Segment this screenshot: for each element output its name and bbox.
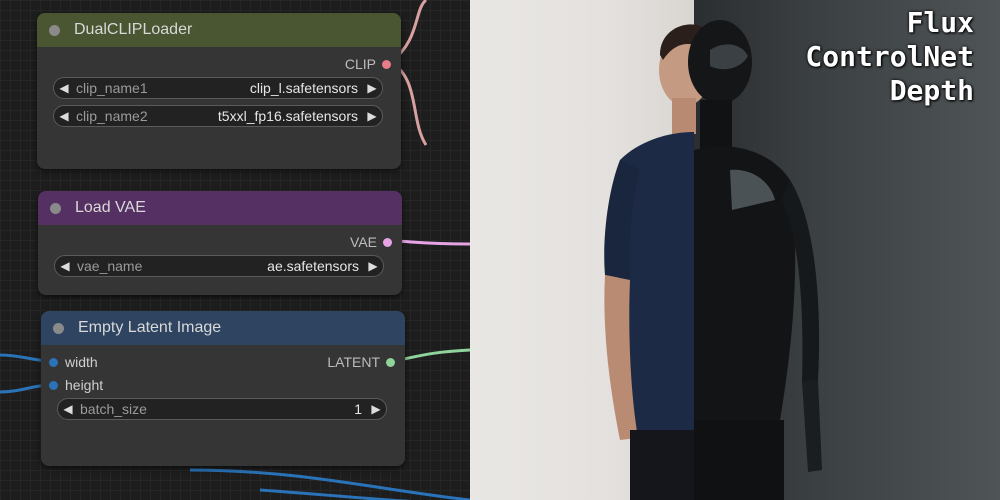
widget-value: ae.safetensors xyxy=(267,258,359,274)
triangle-right-icon[interactable]: ▶ xyxy=(366,402,386,416)
input-label: width xyxy=(65,354,98,370)
output-label: VAE xyxy=(350,234,377,250)
node-graph-canvas[interactable]: DualCLIPLoader CLIP ◀ clip_name1 clip_l.… xyxy=(0,0,470,500)
combo-widget-clip-name2[interactable]: ◀ clip_name2 t5xxl_fp16.safetensors ▶ xyxy=(53,105,383,127)
overlay-line: ControlNet xyxy=(805,40,974,73)
robot-legs xyxy=(694,420,784,500)
widget-value: t5xxl_fp16.safetensors xyxy=(217,108,358,124)
triangle-left-icon[interactable]: ◀ xyxy=(54,81,74,95)
dual-clip-loader-node[interactable]: DualCLIPLoader CLIP ◀ clip_name1 clip_l.… xyxy=(37,13,401,169)
widget-label: batch_size xyxy=(80,401,147,417)
load-vae-node[interactable]: Load VAE VAE ◀ vae_name ae.safetensors ▶ xyxy=(38,191,402,295)
input-slot-dot-icon[interactable] xyxy=(49,380,58,390)
collapse-toggle-icon[interactable] xyxy=(53,322,64,334)
human-jeans xyxy=(630,430,694,500)
triangle-left-icon[interactable]: ◀ xyxy=(55,259,75,273)
widget-label: clip_name1 xyxy=(76,80,148,96)
overlay-line: Depth xyxy=(889,74,974,107)
output-slot-dot-icon[interactable] xyxy=(386,357,395,367)
input-slot-dot-icon[interactable] xyxy=(49,357,58,367)
overlay-line: Flux xyxy=(906,6,974,39)
triangle-left-icon[interactable]: ◀ xyxy=(58,402,78,416)
number-widget-batch-size[interactable]: ◀ batch_size 1 ▶ xyxy=(57,398,387,420)
input-label: height xyxy=(65,377,104,393)
human-neck xyxy=(672,98,696,134)
node-title: DualCLIPLoader xyxy=(74,21,193,38)
collapse-toggle-icon[interactable] xyxy=(49,24,60,36)
widget-label: vae_name xyxy=(77,258,143,274)
triangle-left-icon[interactable]: ◀ xyxy=(54,109,74,123)
input-slot-width[interactable]: width xyxy=(49,354,98,370)
preview-image: Flux ControlNet Depth xyxy=(470,0,1000,500)
widget-label: clip_name2 xyxy=(76,108,148,124)
output-slot-dot-icon[interactable] xyxy=(383,237,392,247)
empty-latent-image-node[interactable]: Empty Latent Image width height LATENT ◀… xyxy=(41,311,405,466)
triangle-right-icon[interactable]: ▶ xyxy=(362,109,382,123)
output-slot-clip[interactable]: CLIP xyxy=(345,56,391,72)
triangle-right-icon[interactable]: ▶ xyxy=(362,81,382,95)
node-title: Empty Latent Image xyxy=(78,319,222,336)
collapse-toggle-icon[interactable] xyxy=(50,202,61,214)
triangle-right-icon[interactable]: ▶ xyxy=(363,259,383,273)
output-label: LATENT xyxy=(327,354,380,370)
widget-value: 1 xyxy=(354,401,362,417)
output-slot-latent[interactable]: LATENT xyxy=(327,354,395,370)
overlay-caption: Flux ControlNet Depth xyxy=(805,6,974,108)
node-header[interactable]: Load VAE xyxy=(38,191,402,225)
combo-widget-clip-name1[interactable]: ◀ clip_name1 clip_l.safetensors ▶ xyxy=(53,77,383,99)
robot-forearm xyxy=(802,380,822,472)
input-slot-height[interactable]: height xyxy=(49,377,103,393)
link-bottom-2 xyxy=(259,488,411,500)
node-title: Load VAE xyxy=(75,199,146,216)
link-latent xyxy=(393,348,470,363)
node-header[interactable]: Empty Latent Image xyxy=(41,311,405,345)
output-slot-vae[interactable]: VAE xyxy=(350,234,392,250)
combo-widget-vae-name[interactable]: ◀ vae_name ae.safetensors ▶ xyxy=(54,255,384,277)
widget-value: clip_l.safetensors xyxy=(249,80,358,96)
output-label: CLIP xyxy=(344,56,376,72)
output-slot-dot-icon[interactable] xyxy=(382,59,391,69)
link-vae xyxy=(391,239,470,246)
node-header[interactable]: DualCLIPLoader xyxy=(37,13,401,47)
